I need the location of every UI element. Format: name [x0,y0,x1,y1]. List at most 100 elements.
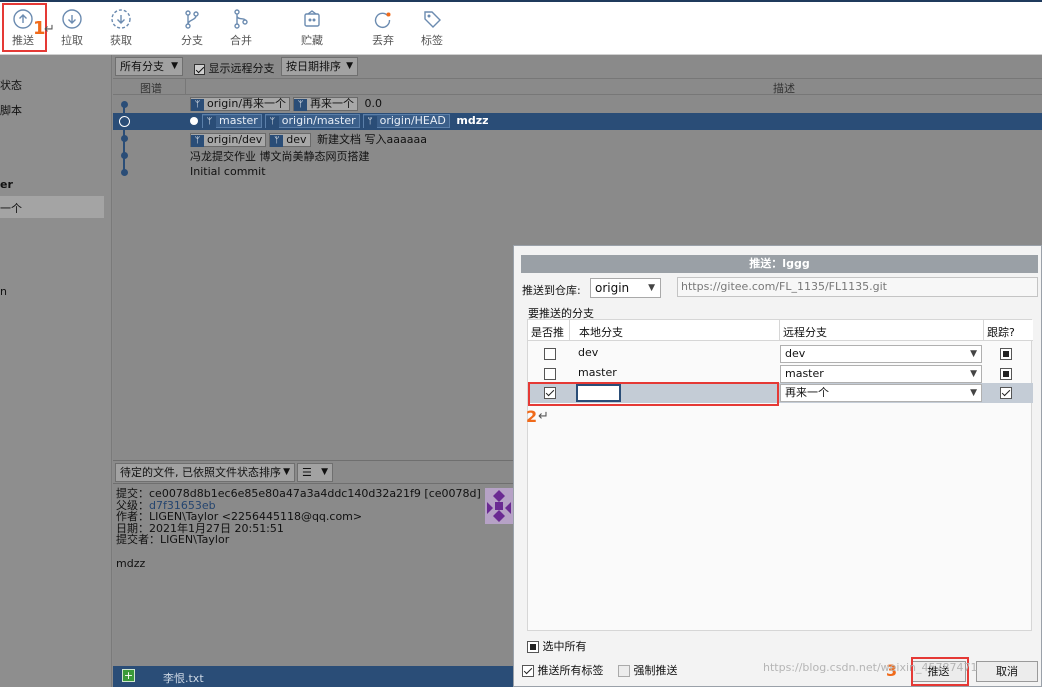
cancel-button[interactable]: 取消 [976,661,1038,682]
graph-column-header[interactable]: 图谱 [140,80,162,96]
track-checkbox[interactable] [1000,387,1012,399]
track-checkbox[interactable] [1000,368,1012,380]
discard-button[interactable]: 丢弃 [360,6,406,52]
show-remote-checkbox[interactable] [194,63,205,75]
repo-url-field[interactable]: https://gitee.com/FL_1135/FL1135.git [677,277,1038,297]
branch-icon: ᛘ [203,116,216,128]
track-column-header: 跟踪? [987,326,1015,339]
branch-icon [185,10,199,29]
commit-full-message: mdzz [116,556,146,570]
branch-icon: ᛘ [191,99,204,111]
selected-row-highlight-box [528,382,779,406]
show-remote-toggle[interactable]: 显示远程分支 [194,60,275,76]
commit-dot [121,101,128,108]
commit-message: 0.0 [364,97,383,110]
pull-button[interactable]: 拉取 [49,6,95,52]
sidebar-item-status[interactable]: 状态 [0,77,22,93]
dialog-title: 推送：lggg [521,255,1038,273]
commit-row[interactable]: Initial commit [113,164,1042,181]
push-checkbox[interactable] [544,368,556,380]
step-2-badge: 2 [526,407,538,426]
branch-table: 是否推 本地分支 远程分支 跟踪? dev dev ▼ master master… [527,319,1033,631]
history-filter-bar: 所有分支 ▼ 显示远程分支 按日期排序 ▼ [113,55,1042,79]
branch-row[interactable]: dev dev ▼ [528,343,1033,363]
commit-row[interactable]: ᛘ origin/dev ᛘ dev 新建文档 写入aaaaaa [113,130,1042,147]
ref-badge: ᛘ origin/HEAD [362,114,450,128]
ref-badge: ᛘ origin/再来一个 [190,97,291,111]
push-column-header: 是否推 [531,326,564,339]
sidebar-section-header[interactable]: er [0,178,13,191]
commit-message: Initial commit [190,165,266,178]
history-column-header: 图谱 描述 [113,79,1042,95]
sidebar: 状态 脚本 er 一个 n [0,55,112,687]
commit-row[interactable]: ᛘ origin/再来一个 ᛘ 再来一个 0.0 [113,96,1042,113]
sidebar-item-branch[interactable]: 一个 [0,200,22,216]
ref-badge: ᛘ origin/master [264,114,360,128]
select-all-toggle[interactable]: 选中所有 [527,638,587,654]
return-arrow-icon: ↵ [44,22,55,37]
push-all-tags-checkbox[interactable] [522,665,534,677]
repo-select-value: origin [595,281,630,295]
chevron-down-icon: ▼ [321,467,328,477]
tag-label: 标签 [421,34,443,47]
force-push-checkbox[interactable] [618,665,630,677]
remote-branch-select[interactable]: dev ▼ [780,345,982,363]
chevron-down-icon: ▼ [346,61,353,71]
sidebar-item-other[interactable]: n [0,285,7,298]
chevron-down-icon: ▼ [970,349,977,359]
force-push-toggle[interactable]: 强制推送 [618,662,678,678]
sort-value: 按日期排序 [286,60,341,73]
stash-icon [304,10,320,27]
sort-dropdown[interactable]: 按日期排序 ▼ [281,57,358,76]
branch-button[interactable]: 分支 [169,6,215,52]
ref-badge: ᛘ origin/dev [190,133,267,147]
remote-branch-select[interactable]: master ▼ [780,365,982,383]
tag-button[interactable]: 标签 [409,6,455,52]
chevron-down-icon: ▼ [283,467,290,477]
force-push-label: 强制推送 [633,664,678,677]
merge-button[interactable]: 合并 [218,6,264,52]
commit-dot [121,169,128,176]
pull-icon [62,9,82,29]
merge-label: 合并 [230,34,252,47]
fetch-button[interactable]: 获取 [98,6,144,52]
remote-branch-select[interactable]: 再来一个 ▼ [780,384,982,402]
description-column-header[interactable]: 描述 [773,80,795,96]
branch-icon: ᛘ [270,135,284,147]
select-all-checkbox[interactable] [527,641,539,653]
chevron-down-icon: ▼ [171,61,178,71]
file-name: 李恨.txt [163,672,204,685]
ref-badge: ᛘ 再来一个 [293,97,359,111]
merge-icon [234,9,248,29]
current-branch-dot-icon [190,117,198,125]
stash-label: 贮藏 [301,34,323,47]
push-all-tags-toggle[interactable]: 推送所有标签 [522,662,604,678]
show-remote-label: 显示远程分支 [208,62,275,75]
commit-row[interactable]: 冯龙提交作业 博文尚美静态网页搭建 [113,147,1042,164]
push-all-tags-label: 推送所有标签 [537,664,604,677]
fetch-label: 获取 [110,34,132,47]
branch-row[interactable]: master master ▼ [528,363,1033,383]
chevron-down-icon: ▼ [970,388,977,398]
added-file-icon: + [122,669,135,682]
track-checkbox[interactable] [1000,348,1012,360]
commit-row-selected[interactable]: ᛘ master ᛘ origin/master ᛘ origin/HEAD mdzz [113,113,1042,130]
ref-badge: ᛘ dev [269,133,311,147]
push-checkbox[interactable] [544,348,556,360]
sidebar-item-scripts[interactable]: 脚本 [0,102,22,118]
view-mode-dropdown[interactable]: ☰ ▼ [297,463,333,482]
return-arrow-icon: ↵ [538,409,549,424]
column-divider [983,320,984,341]
stash-button[interactable]: 贮藏 [289,6,335,52]
fetch-icon [111,9,131,29]
list-icon: ☰ [302,466,312,479]
column-divider [779,320,780,341]
repo-label: 推送到仓库: [522,284,581,297]
column-divider [569,320,570,341]
commit-message: 冯龙提交作业 博文尚美静态网页搭建 [190,150,370,163]
branch-icon: ᛘ [363,116,377,128]
select-all-label: 选中所有 [542,640,587,653]
branch-filter-dropdown[interactable]: 所有分支 ▼ [115,57,183,76]
repo-select[interactable]: origin ▼ [590,278,661,298]
file-sort-dropdown[interactable]: 待定的文件, 已依照文件状态排序 ▼ [115,463,295,482]
